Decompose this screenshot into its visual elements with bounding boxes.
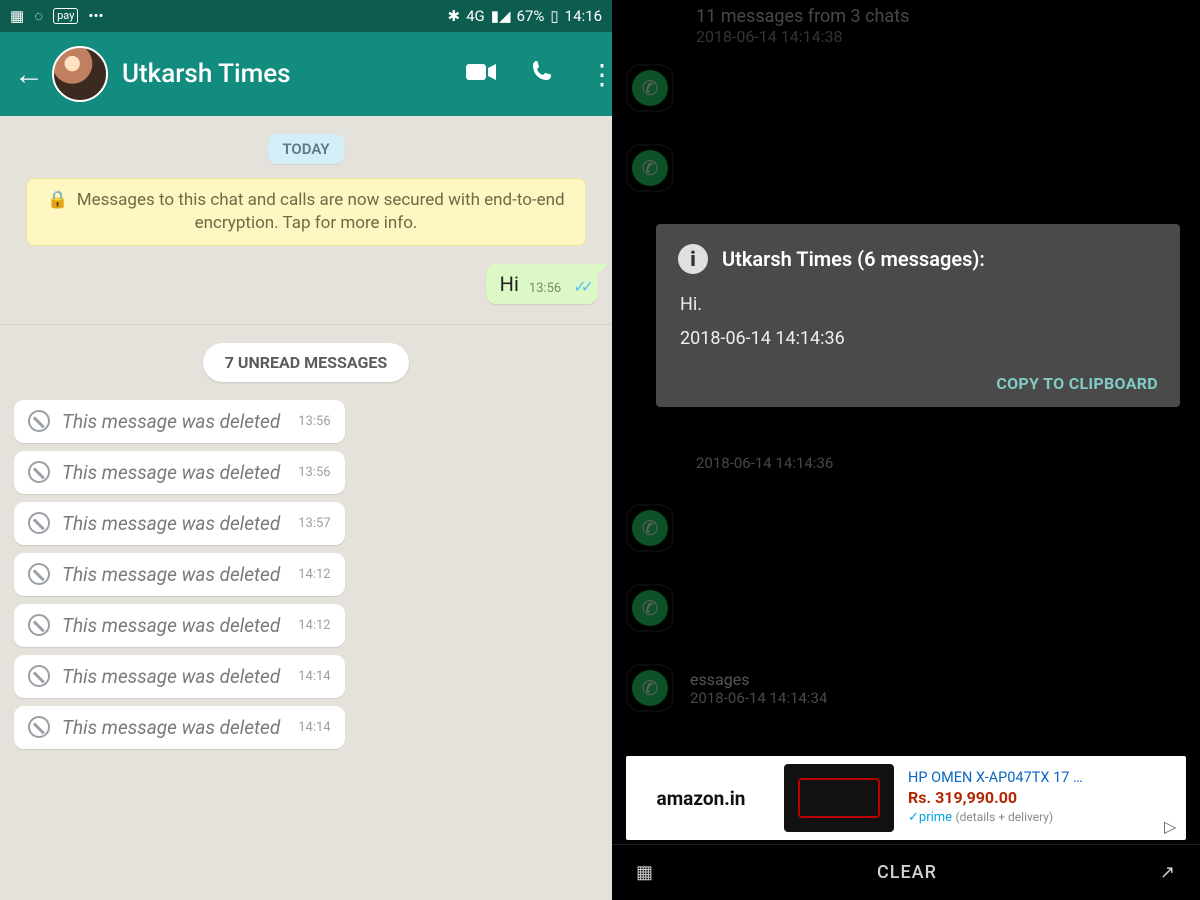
prohibited-icon	[28, 665, 50, 687]
dialog-message-timestamp: 2018-06-14 14:14:36	[680, 322, 1158, 356]
message-time: 13:56	[298, 465, 330, 480]
message-time: 13:57	[298, 516, 330, 531]
lock-icon: 🔒	[47, 190, 68, 210]
encryption-notice[interactable]: 🔒 Messages to this chat and calls are no…	[26, 178, 586, 246]
share-icon[interactable]: ↗	[1160, 862, 1176, 883]
deleted-message[interactable]: This message was deleted 14:14	[14, 706, 345, 749]
whatsapp-pane: ▦ ◌ pay ••• ✱ 4G ▮◢ 67% ▯ 14:16 ← Utkars…	[0, 0, 612, 900]
message-time: 14:12	[298, 567, 330, 582]
contact-name[interactable]: Utkarsh Times	[122, 59, 442, 89]
prohibited-icon	[28, 512, 50, 534]
deleted-message[interactable]: This message was deleted 14:12	[14, 604, 345, 647]
copy-to-clipboard-button[interactable]: COPY TO CLIPBOARD	[996, 374, 1158, 393]
read-receipt-icon: ✓✓	[573, 277, 588, 296]
deleted-message-text: This message was deleted	[62, 716, 280, 739]
prohibited-icon	[28, 716, 50, 738]
deleted-message[interactable]: This message was deleted 13:56	[14, 400, 345, 443]
deleted-message[interactable]: This message was deleted 14:12	[14, 553, 345, 596]
unread-count-chip: 7 UNREAD MESSAGES	[203, 343, 409, 382]
video-call-icon[interactable]	[456, 60, 506, 88]
deleted-message[interactable]: This message was deleted 14:14	[14, 655, 345, 698]
encryption-text: Messages to this chat and calls are now …	[77, 190, 565, 233]
prohibited-icon	[28, 410, 50, 432]
ad-prime-badge: ✓prime	[908, 810, 952, 825]
chat-app-bar: ← Utkarsh Times	[0, 32, 612, 116]
whatsapp-status-icon: ◌	[34, 7, 43, 25]
deleted-message-text: This message was deleted	[62, 665, 280, 688]
bottom-toolbar: ▦ CLEAR ↗	[612, 844, 1200, 900]
notification-log-pane: 11 messages from 3 chats 2018-06-14 14:1…	[612, 0, 1200, 900]
ad-thumbnail	[784, 764, 894, 832]
message-time: 13:56	[529, 281, 561, 296]
section-divider	[0, 324, 612, 325]
deleted-message-text: This message was deleted	[62, 410, 280, 433]
dialog-title: Utkarsh Times (6 messages):	[722, 247, 985, 271]
status-right-icons: ✱ 4G ▮◢ 67% ▯ 14:16	[447, 7, 602, 25]
clock: 14:16	[565, 7, 602, 25]
prohibited-icon	[28, 563, 50, 585]
android-status-bar: ▦ ◌ pay ••• ✱ 4G ▮◢ 67% ▯ 14:16	[0, 0, 612, 32]
message-detail-dialog: i Utkarsh Times (6 messages): Hi. 2018-0…	[656, 224, 1180, 407]
deleted-message-text: This message was deleted	[62, 512, 280, 535]
back-arrow-icon[interactable]: ←	[14, 57, 44, 92]
overflow-menu-icon[interactable]	[578, 58, 598, 91]
signal-icon: ▮◢	[491, 7, 511, 25]
chat-body[interactable]: TODAY 🔒 Messages to this chat and calls …	[0, 116, 612, 900]
network-type-label: 4G	[466, 7, 485, 25]
deleted-message[interactable]: This message was deleted 13:57	[14, 502, 345, 545]
voice-call-icon[interactable]	[520, 59, 564, 89]
message-time: 14:12	[298, 618, 330, 633]
ad-info: HP OMEN X-AP047TX 17 … Rs. 319,990.00 ✓p…	[902, 765, 1160, 832]
info-icon: i	[678, 244, 708, 274]
outgoing-message[interactable]: Hi 13:56 ✓✓	[486, 264, 598, 304]
ad-banner[interactable]: amazon.in HP OMEN X-AP047TX 17 … Rs. 319…	[626, 756, 1186, 840]
clear-button[interactable]: CLEAR	[877, 862, 937, 883]
message-time: 14:14	[298, 669, 330, 684]
prohibited-icon	[28, 614, 50, 636]
deleted-message-text: This message was deleted	[62, 614, 280, 637]
battery-pct: 67%	[517, 7, 545, 25]
message-time: 13:56	[298, 414, 330, 429]
dialog-body: Hi. 2018-06-14 14:14:36	[678, 288, 1158, 356]
gallery-icon: ▦	[10, 7, 24, 25]
deleted-message-text: This message was deleted	[62, 563, 280, 586]
message-time: 14:14	[298, 720, 330, 735]
dialog-message-text: Hi.	[680, 288, 1158, 322]
prohibited-icon	[28, 461, 50, 483]
bluetooth-icon: ✱	[447, 7, 460, 25]
save-icon[interactable]: ▦	[636, 862, 654, 883]
adchoices-icon[interactable]: ▷	[1160, 813, 1186, 840]
contact-avatar[interactable]	[52, 46, 108, 102]
ad-brand: amazon.in	[626, 787, 776, 810]
deleted-message-text: This message was deleted	[62, 461, 280, 484]
pay-icon: pay	[53, 8, 78, 24]
more-dots-icon: •••	[88, 7, 103, 25]
deleted-messages-list: This message was deleted13:56This messag…	[0, 400, 612, 749]
message-text: Hi	[500, 272, 519, 296]
battery-icon: ▯	[550, 7, 558, 25]
status-left-icons: ▦ ◌ pay •••	[10, 7, 104, 25]
ad-title: HP OMEN X-AP047TX 17 …	[908, 769, 1154, 788]
ad-price: Rs. 319,990.00	[908, 788, 1154, 809]
deleted-message[interactable]: This message was deleted 13:56	[14, 451, 345, 494]
ad-fineprint: (details + delivery)	[956, 810, 1054, 824]
day-separator-chip: TODAY	[268, 134, 343, 164]
